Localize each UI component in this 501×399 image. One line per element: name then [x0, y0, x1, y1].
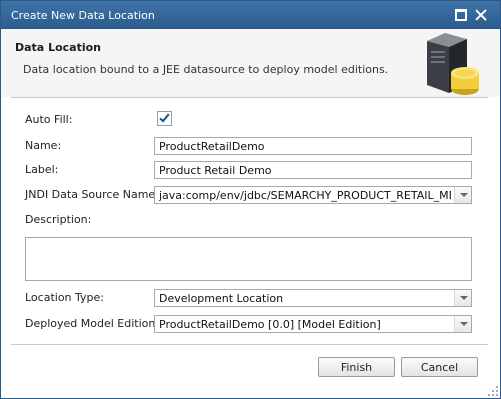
resize-grip[interactable]	[488, 386, 498, 396]
window-title: Create New Data Location	[11, 8, 155, 22]
jndi-label: JNDI Data Source Name:	[25, 188, 159, 201]
auto-fill-checkbox[interactable]	[157, 111, 172, 126]
title-bar[interactable]: Create New Data Location	[1, 1, 500, 29]
header-title: Data Location	[15, 41, 101, 54]
name-input[interactable]: ProductRetailDemo	[154, 137, 472, 155]
chevron-down-icon[interactable]	[454, 290, 471, 306]
chevron-down-icon[interactable]	[454, 187, 471, 203]
finish-button[interactable]: Finish	[318, 357, 395, 377]
location-type-select[interactable]: Development Location	[154, 289, 472, 307]
footer-separator	[11, 344, 488, 345]
chevron-down-icon[interactable]	[454, 316, 471, 332]
close-icon[interactable]	[475, 9, 487, 21]
description-label: Description:	[25, 213, 92, 226]
jndi-select[interactable]: java:comp/env/jdbc/SEMARCHY_PRODUCT_RETA…	[154, 186, 472, 204]
deployed-model-edition-value: ProductRetailDemo [0.0] [Model Edition]	[159, 318, 381, 331]
cancel-button[interactable]: Cancel	[401, 357, 478, 377]
location-type-value: Development Location	[159, 292, 284, 305]
auto-fill-label: Auto Fill:	[25, 113, 73, 126]
deployed-model-edition-label: Deployed Model Edition:	[25, 317, 160, 330]
checkmark-icon	[159, 111, 170, 123]
name-label: Name:	[25, 139, 62, 152]
dialog-window: Create New Data Location Data Location D…	[0, 0, 501, 399]
jndi-value: java:comp/env/jdbc/SEMARCHY_PRODUCT_RETA…	[159, 189, 451, 202]
description-textarea[interactable]	[25, 237, 472, 281]
header-separator	[11, 97, 488, 98]
location-type-label: Location Type:	[25, 291, 104, 304]
wizard-header: Data Location Data location bound to a J…	[1, 29, 500, 97]
deployed-model-edition-select[interactable]: ProductRetailDemo [0.0] [Model Edition]	[154, 315, 472, 333]
database-server-icon	[427, 33, 479, 95]
label-input[interactable]: Product Retail Demo	[154, 161, 472, 179]
maximize-icon[interactable]	[455, 9, 467, 21]
header-description: Data location bound to a JEE datasource …	[23, 63, 389, 76]
label-label: Label:	[25, 163, 59, 176]
